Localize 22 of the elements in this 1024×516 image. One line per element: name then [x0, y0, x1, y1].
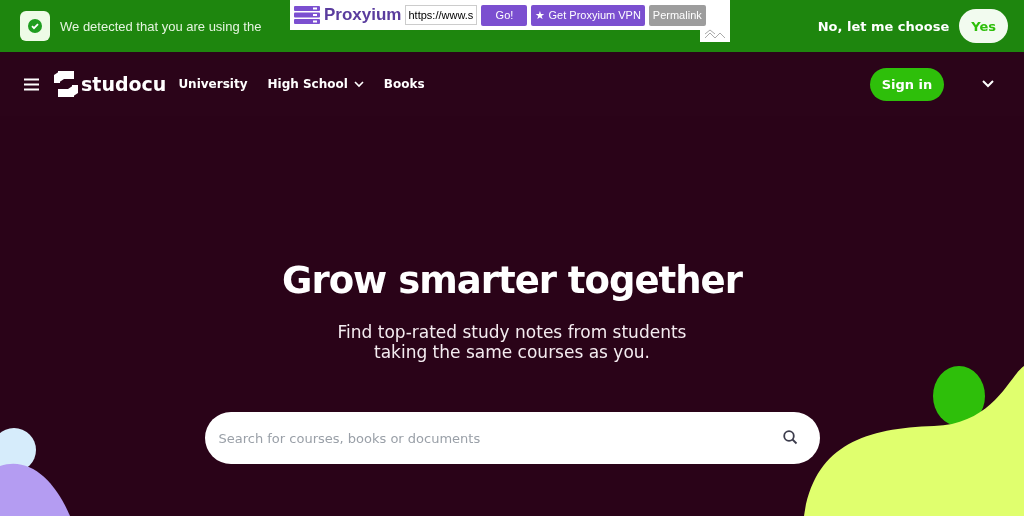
- chevrons-up-icon: [704, 29, 726, 39]
- nav-link[interactable]: High School: [267, 77, 364, 91]
- chevron-down-icon[interactable]: [982, 80, 994, 88]
- chevron-down-icon: [353, 80, 364, 88]
- hero-title: Grow smarter together: [282, 259, 742, 302]
- check-icon: [20, 11, 50, 41]
- search-field[interactable]: Search for courses, books or documents: [204, 412, 820, 464]
- menu-icon[interactable]: [24, 77, 39, 91]
- logo[interactable]: studocu: [54, 71, 167, 97]
- nav-link[interactable]: Books: [383, 77, 425, 91]
- url-field[interactable]: https://www.s: [405, 5, 478, 25]
- server-icon: [294, 6, 320, 24]
- go-button[interactable]: Go!: [481, 4, 528, 26]
- decline-link[interactable]: No, let me choose: [817, 18, 950, 34]
- nav-link[interactable]: University: [178, 77, 248, 91]
- search-icon[interactable]: [782, 430, 798, 445]
- vpn-button[interactable]: ★ Get Proxyium VPN: [531, 4, 645, 26]
- logo-mark-icon: [54, 71, 78, 97]
- banner-message: We detected that you are using the: [60, 18, 262, 34]
- hero-subtitle: Find top-rated study notes from students taking the same courses as you.: [336, 322, 688, 362]
- logo-text: studocu: [81, 73, 167, 95]
- proxy-brand: Proxyium: [324, 5, 402, 25]
